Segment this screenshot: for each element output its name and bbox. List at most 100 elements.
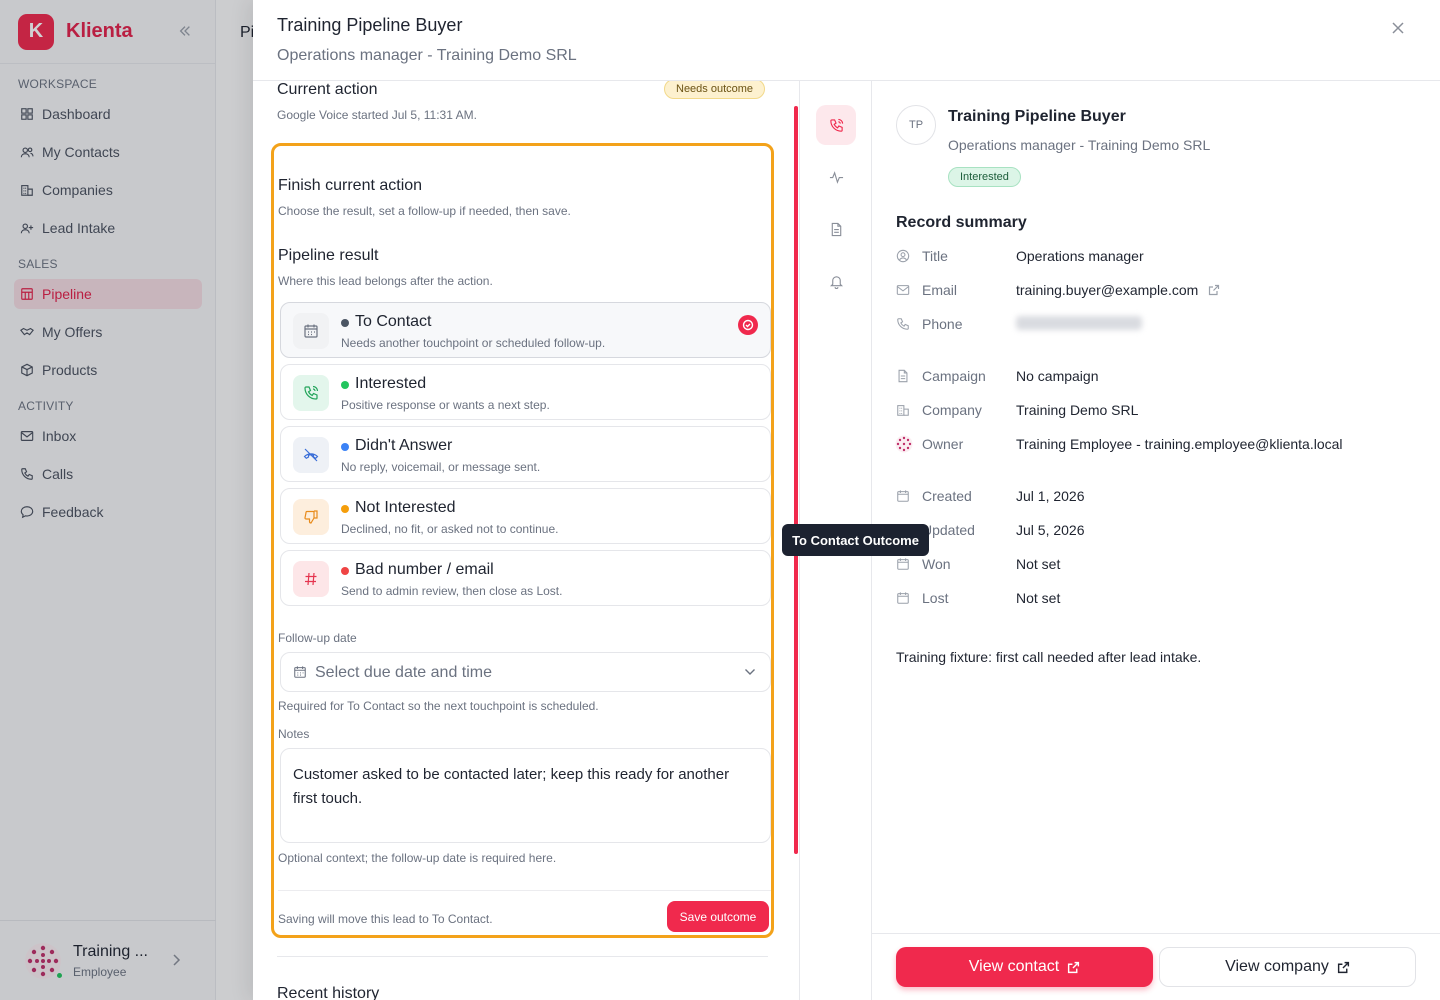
calendar-icon — [897, 592, 909, 604]
user-circle-icon — [896, 249, 910, 263]
field-email: Email training.buyer@example.com — [896, 281, 1416, 301]
field-key: Lost — [922, 590, 949, 606]
email-link[interactable]: training.buyer@example.com — [1016, 282, 1220, 298]
rail-calls-button[interactable] — [816, 105, 856, 145]
calendar-icon — [294, 666, 306, 678]
field-company: Company Training Demo SRL — [896, 401, 1416, 421]
recent-history-heading: Recent history — [277, 985, 380, 1000]
divider — [277, 956, 768, 957]
phone-icon — [897, 318, 909, 330]
field-key: Company — [922, 402, 982, 418]
option-to-contact[interactable]: To Contact Needs another touchpoint or s… — [280, 302, 771, 358]
tooltip: To Contact Outcome — [782, 524, 929, 556]
rail-notes-button[interactable] — [816, 209, 856, 249]
external-link-icon — [1068, 961, 1080, 973]
record-summary-heading: Record summary — [896, 214, 1027, 231]
document-icon — [831, 222, 841, 236]
phone-value-blurred — [1016, 316, 1142, 333]
field-value: Not set — [1016, 590, 1061, 606]
drawer-title: Training Pipeline Buyer — [277, 15, 463, 35]
modal-overlay[interactable] — [0, 0, 253, 1000]
phone-missed-icon — [293, 437, 329, 473]
option-bad-number-email[interactable]: Bad number / email Send to admin review,… — [280, 550, 771, 606]
action-started-text: Google Voice started Jul 5, 11:31 AM. — [277, 108, 477, 122]
field-value: Operations manager — [1016, 248, 1144, 264]
status-dot — [341, 505, 349, 513]
status-dot — [341, 319, 349, 327]
option-description: Declined, no fit, or asked not to contin… — [341, 522, 559, 536]
finish-action-card: Finish current action Choose the result,… — [271, 143, 774, 938]
field-title: Title Operations manager — [896, 247, 1416, 267]
field-key: Email — [922, 282, 958, 298]
calendar-icon — [897, 558, 909, 570]
option-description: Needs another touchpoint or scheduled fo… — [341, 336, 606, 350]
calendar-icon — [897, 490, 909, 502]
record-name: Training Pipeline Buyer — [948, 108, 1126, 125]
field-key: Owner — [922, 436, 964, 452]
field-updated: Updated Jul 5, 2026 — [896, 521, 1416, 541]
field-value: Training Demo SRL — [1016, 402, 1139, 418]
field-key: Won — [922, 556, 951, 572]
record-note: Training fixture: first call needed afte… — [896, 649, 1202, 665]
divider — [278, 890, 771, 891]
record-subtitle: Operations manager - Training Demo SRL — [948, 137, 1211, 153]
external-link-icon — [1337, 961, 1349, 973]
followup-hint: Required for To Contact so the next touc… — [278, 699, 599, 713]
phone-call-icon — [293, 375, 329, 411]
outcome-drawer: Training Pipeline Buyer Operations manag… — [253, 0, 1440, 1000]
field-key: Title — [922, 248, 948, 264]
option-label: Bad number / email — [355, 561, 494, 578]
view-contact-button[interactable]: View contact — [896, 947, 1153, 987]
option-didnt-answer[interactable]: Didn't Answer No reply, voicemail, or me… — [280, 426, 771, 482]
current-action-heading: Current action — [277, 81, 378, 98]
field-campaign: Campaign No campaign — [896, 367, 1416, 387]
document-icon — [898, 369, 908, 383]
field-key: Updated — [922, 522, 975, 538]
building-icon — [897, 405, 909, 416]
field-value: No campaign — [1016, 368, 1099, 384]
field-phone: Phone — [896, 315, 1416, 335]
field-key: Created — [922, 488, 972, 504]
view-contact-label: View contact — [968, 958, 1060, 975]
drawer-header: Training Pipeline Buyer Operations manag… — [253, 0, 1440, 81]
field-lost: Lost Not set — [896, 589, 1416, 609]
drawer-subtitle: Operations manager - Training Demo SRL — [277, 47, 577, 64]
view-company-label: View company — [1225, 958, 1329, 975]
scroll-progress-indicator — [794, 106, 798, 854]
rail-reminders-button[interactable] — [816, 261, 856, 301]
notes-textarea[interactable]: Customer asked to be contacted later; ke… — [280, 748, 771, 843]
field-value: Jul 1, 2026 — [1016, 488, 1085, 504]
option-interested[interactable]: Interested Positive response or wants a … — [280, 364, 771, 420]
phone-call-icon — [829, 118, 843, 132]
rail-activity-button[interactable] — [816, 157, 856, 197]
option-label: To Contact — [355, 313, 432, 330]
field-value: training.buyer@example.com — [1016, 282, 1199, 298]
field-won: Won Not set — [896, 555, 1416, 575]
status-badge: Interested — [948, 167, 1021, 187]
followup-date-picker[interactable]: Select due date and time — [280, 652, 771, 692]
option-not-interested[interactable]: Not Interested Declined, no fit, or aske… — [280, 488, 771, 544]
status-dot — [341, 567, 349, 575]
option-description: Send to admin review, then close as Lost… — [341, 584, 563, 598]
view-company-button[interactable]: View company — [1159, 947, 1416, 987]
owner-avatar-icon — [895, 435, 913, 453]
save-hint: Saving will move this lead to To Contact… — [278, 912, 493, 926]
activity-icon — [829, 170, 843, 184]
field-value: Training Employee - training.employee@kl… — [1016, 436, 1343, 452]
needs-outcome-badge: Needs outcome — [664, 81, 766, 99]
finish-heading: Finish current action — [278, 177, 423, 194]
save-outcome-button[interactable]: Save outcome — [667, 901, 769, 932]
close-icon[interactable] — [1388, 18, 1408, 38]
status-dot — [341, 381, 349, 389]
field-value: Jul 5, 2026 — [1016, 522, 1085, 538]
status-dot — [341, 443, 349, 451]
field-owner: Owner Training Employee - training.emplo… — [895, 435, 1416, 455]
chevron-down-icon — [745, 669, 755, 675]
option-label: Didn't Answer — [355, 437, 453, 454]
field-value: Not set — [1016, 556, 1061, 572]
option-label: Interested — [355, 375, 427, 392]
hash-icon — [293, 561, 329, 597]
followup-placeholder: Select due date and time — [315, 664, 493, 681]
followup-label: Follow-up date — [278, 631, 357, 645]
thumbs-down-icon — [293, 499, 329, 535]
